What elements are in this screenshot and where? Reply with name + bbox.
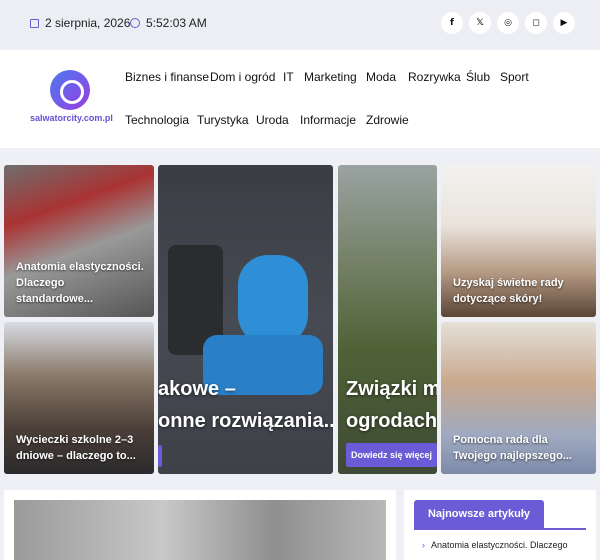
nav-item-biznes[interactable]: Biznes i finanse <box>125 70 209 84</box>
card-title-line2[interactable]: onne rozwiązania... <box>158 407 333 435</box>
nav-item-slub[interactable]: Ślub <box>466 70 490 84</box>
card-title-line2[interactable]: ogrodach r <box>346 407 437 435</box>
latest-articles-widget: Najnowsze artykuły › Anatomia elastycznoś… <box>404 490 596 560</box>
youtube-icon[interactable]: ▶ <box>553 12 575 34</box>
top-bar: 2 sierpnia, 2026 5:52:03 AM f 𝕏 ◎ ◻ ▶ <box>0 0 600 48</box>
article-image <box>14 500 386 560</box>
clock-icon <box>130 18 140 28</box>
date-display: 2 sierpnia, 2026 <box>30 16 130 30</box>
x-twitter-icon[interactable]: 𝕏 <box>469 12 491 34</box>
logo-text: salwatorcity.com.pl <box>30 113 113 123</box>
featured-card-rada[interactable]: Pomocna rada dla Twojego najlepszego... <box>441 322 596 474</box>
featured-card-skora[interactable]: Uzyskaj świetne rady dotyczące skóry! <box>441 165 596 317</box>
read-more-button-edge[interactable] <box>158 445 162 467</box>
nav-item-dom[interactable]: Dom i ogród <box>210 70 275 84</box>
widget-divider <box>414 528 586 530</box>
logo-magnifier-icon <box>50 70 90 110</box>
nav-item-turystyka[interactable]: Turystyka <box>197 113 249 127</box>
chevron-right-icon: › <box>422 540 425 550</box>
instagram-icon[interactable]: ◻ <box>525 12 547 34</box>
nav-item-rozrywka[interactable]: Rozrywka <box>408 70 461 84</box>
site-logo[interactable]: salwatorcity.com.pl <box>30 70 114 130</box>
nav-item-marketing[interactable]: Marketing <box>304 70 357 84</box>
read-more-button[interactable]: Dowiedz się więcej <box>346 443 437 467</box>
blue-foam-tube-image <box>238 255 308 345</box>
featured-card-wycieczki[interactable]: Wycieczki szkolne 2–3 dniowe – dlaczego … <box>4 322 154 474</box>
featured-card-anatomia[interactable]: Anatomia elastyczności. Dlaczego standar… <box>4 165 154 317</box>
latest-article-item[interactable]: › Anatomia elastyczności. Dlaczego <box>422 540 568 550</box>
card-title[interactable]: Wycieczki szkolne 2–3 dniowe – dlaczego … <box>16 432 144 464</box>
dribbble-icon[interactable]: ◎ <box>497 12 519 34</box>
nav-item-informacje[interactable]: Informacje <box>300 113 356 127</box>
article-preview[interactable] <box>4 490 396 560</box>
date-text: 2 sierpnia, 2026 <box>45 16 131 30</box>
card-title[interactable]: Pomocna rada dla Twojego najlepszego... <box>453 432 586 464</box>
featured-card-foam[interactable]: akowe – onne rozwiązania... <box>158 165 333 474</box>
facebook-icon[interactable]: f <box>441 12 463 34</box>
latest-article-title[interactable]: Anatomia elastyczności. Dlaczego <box>431 540 568 550</box>
card-title-line1[interactable]: akowe – <box>158 375 236 403</box>
nav-item-zdrowie[interactable]: Zdrowie <box>366 113 409 127</box>
site-header: salwatorcity.com.pl Biznes i finanse Dom… <box>0 50 600 148</box>
time-display: 5:52:03 AM <box>130 16 207 30</box>
calendar-icon <box>30 18 39 28</box>
card-title[interactable]: Anatomia elastyczności. Dlaczego standar… <box>16 259 144 307</box>
nav-item-sport[interactable]: Sport <box>500 70 529 84</box>
nav-item-technologia[interactable]: Technologia <box>125 113 189 127</box>
featured-card-ogrody[interactable]: Związki mi ogrodach r Dowiedz się więcej <box>338 165 437 474</box>
nav-item-it[interactable]: IT <box>283 70 294 84</box>
card-title[interactable]: Uzyskaj świetne rady dotyczące skóry! <box>453 275 586 307</box>
time-text: 5:52:03 AM <box>146 16 207 30</box>
widget-title: Najnowsze artykuły <box>414 500 544 528</box>
card-title-line1[interactable]: Związki mi <box>346 375 437 403</box>
nav-item-moda[interactable]: Moda <box>366 70 396 84</box>
nav-item-uroda[interactable]: Uroda <box>256 113 289 127</box>
